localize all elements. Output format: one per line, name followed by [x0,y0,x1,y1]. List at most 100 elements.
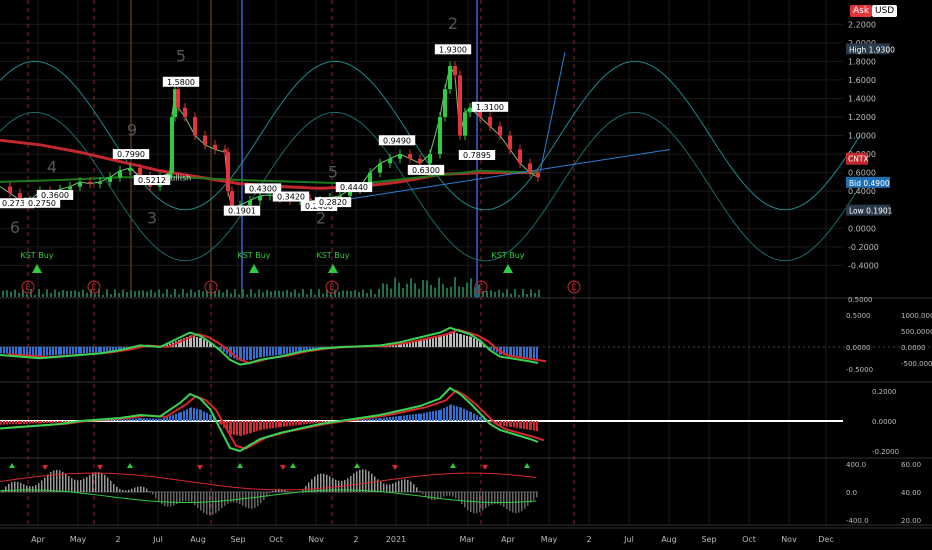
volume-bar [362,289,364,297]
osc1-histogram-bar [263,347,265,357]
osc3-histogram-bar [155,492,157,499]
osc3-histogram-bar [98,472,100,492]
osc3-histogram-bar [416,487,418,492]
osc3-histogram-bar [197,492,199,508]
osc2-histogram-bar [298,421,300,425]
osc3-histogram-bar [434,492,436,500]
candle-body [68,186,72,190]
osc2-histogram-bar [530,421,532,430]
volume-bar [154,292,156,297]
price-axis-cut: 0.5000 [848,296,873,304]
x-axis-tick: May [70,535,87,544]
osc3-histogram-bar [125,490,127,492]
osc2-histogram-bar [200,409,202,421]
osc2-histogram-bar [58,421,60,423]
volume-bar [130,290,132,297]
ask-badge[interactable]: Ask [850,5,873,17]
osc1-histogram-bar [536,347,538,360]
osc3-right-tick: 20.00 [901,517,921,525]
volume-bar [406,283,408,297]
osc3-histogram-bar [443,492,445,497]
x-axis-tick: Nov [781,535,797,544]
volume-bar [162,293,164,297]
volume-bar [518,294,520,297]
osc3-histogram-bar [470,492,472,513]
osc1-histogram-bar [20,347,22,355]
osc2-histogram-bar [169,415,171,421]
volume-bar [350,291,352,297]
osc1-histogram-bar [86,347,88,354]
osc1-histogram-bar [256,347,258,359]
osc3-histogram-bar [278,488,280,492]
volume-bar [50,292,52,297]
price-axis-tick: -0.4000 [848,261,879,270]
osc1-histogram-bar [453,332,455,347]
price-label: 0.7895 [463,151,491,160]
osc3-histogram-bar [194,492,196,506]
price-label: 1.3100 [476,103,504,112]
osc2-histogram-bar [175,413,177,421]
price-axis-tick: 1.0000 [848,132,876,141]
osc1-histogram-bar [3,347,5,354]
osc1-histogram-bar [72,347,74,354]
osc2-histogram-bar [38,421,40,424]
x-axis-tick: 2 [353,535,358,544]
volume-bar [34,294,36,297]
osc3-histogram-bar [326,474,328,492]
osc3-histogram-bar [131,488,133,492]
x-axis-tick: 2 [586,535,591,544]
osc1-histogram-bar [520,347,522,358]
volume-bar [394,277,396,297]
volume-bar [26,293,28,297]
volume-bar [42,293,44,297]
osc1-histogram-bar [250,347,252,360]
volume-bar [290,292,292,297]
osc3-histogram-bar [419,490,421,492]
osc3-histogram-bar [71,478,73,492]
volume-bar [186,293,188,297]
price-label: 0.2750 [28,199,56,208]
volume-bar [434,287,436,297]
osc2-histogram-bar [269,421,271,429]
osc3-histogram-bar [527,492,529,506]
volume-bar [58,291,60,297]
osc1-histogram-bar [275,347,277,356]
osc2-histogram-bar [398,415,400,421]
osc1-histogram-bar [23,347,25,355]
volume-bar [126,292,128,297]
osc1-histogram-bar [200,338,202,347]
candle-body [528,163,532,173]
osc2-histogram-bar [480,417,482,421]
osc1-histogram-bar [476,339,478,347]
osc1-histogram-bar [510,347,512,356]
osc3-histogram-bar [167,492,169,507]
osc1-axis-tick: 500.0000 [901,328,932,336]
osc3-histogram-bar [170,492,172,507]
osc1-histogram-bar [246,347,248,361]
candle-body [443,89,447,117]
volume-bar [526,294,528,297]
osc2-histogram-bar [446,406,448,421]
event-marker-label: E [478,283,483,292]
osc3-histogram-bar [32,486,34,492]
osc3-histogram-bar [80,479,82,492]
osc2-histogram-bar [420,413,422,421]
candle-body [193,117,197,136]
osc2-histogram-bar [315,421,317,424]
currency-badge[interactable]: USD [872,5,898,17]
osc3-histogram-bar [47,474,49,492]
osc3-histogram-bar [86,477,88,492]
volume-bar [78,291,80,297]
osc3-histogram-bar [188,492,190,502]
osc3-histogram-bar [59,470,61,492]
osc3-histogram-bar [473,492,475,514]
volume-bar [250,289,252,297]
osc2-histogram-bar [490,421,492,423]
osc2-histogram-bar [303,421,305,425]
volume-bar [6,290,8,297]
volume-bar [466,282,468,297]
candle-body [428,154,432,164]
osc2-histogram-bar [26,421,28,424]
osc1-histogram-bar [43,347,45,356]
osc3-histogram-bar [254,492,256,508]
